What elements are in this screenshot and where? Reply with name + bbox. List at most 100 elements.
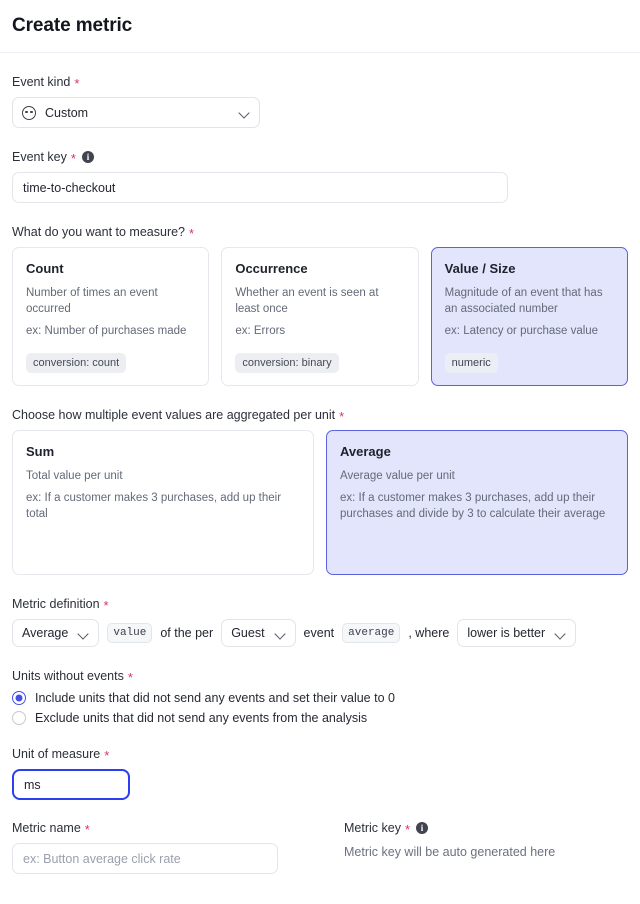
event-kind-value: Custom — [45, 105, 89, 120]
measure-option-value-size[interactable]: Value / Size Magnitude of an event that … — [430, 247, 628, 386]
radio-label: Include units that did not send any even… — [35, 691, 395, 705]
measure-option-count[interactable]: Count Number of times an event occurred … — [12, 247, 210, 386]
aggregation-options: Sum Total value per unit ex: If a custom… — [12, 430, 628, 575]
option-description: Magnitude of an event that has an associ… — [444, 287, 603, 315]
definition-aggregation-value: Average — [22, 626, 69, 640]
metric-definition-row: Average value of the per Guest event ave… — [12, 619, 628, 647]
event-kind-label-text: Event kind — [12, 75, 71, 89]
option-description: Total value per unit — [26, 470, 123, 482]
field-units-without-events: Units without events * Include units tha… — [12, 668, 628, 725]
unit-of-measure-label: Unit of measure * — [12, 746, 628, 762]
bottom-row: Metric name * Metric key * i Metric key … — [12, 820, 628, 874]
required-asterisk: * — [127, 670, 133, 685]
required-asterisk: * — [404, 822, 411, 837]
definition-unit-select[interactable]: Guest — [221, 619, 296, 647]
chevron-down-icon — [275, 628, 286, 639]
metric-definition-label-text: Metric definition — [12, 597, 100, 611]
event-kind-select[interactable]: Custom — [12, 97, 260, 128]
chevron-down-icon — [239, 107, 250, 118]
metric-key-label-text: Metric key — [344, 821, 401, 835]
option-title: Average — [340, 444, 391, 459]
option-example: ex: Latency or purchase value — [444, 325, 599, 337]
option-title: Value / Size — [444, 261, 516, 276]
field-aggregation: Choose how multiple event values are agg… — [12, 407, 628, 575]
create-metric-page: Create metric Event kind * Custom Event … — [0, 0, 640, 904]
definition-direction-value: lower is better — [467, 626, 546, 640]
measure-option-occurrence[interactable]: Occurrence Whether an event is seen at l… — [221, 247, 419, 386]
units-without-events-label: Units without events * — [12, 668, 628, 684]
page-title: Create metric — [12, 15, 133, 36]
chevron-down-icon — [78, 628, 89, 639]
event-key-label: Event key * i — [12, 149, 628, 165]
option-badge: numeric — [444, 353, 498, 373]
unit-of-measure-label-text: Unit of measure — [12, 747, 101, 761]
option-title: Sum — [26, 444, 55, 459]
custom-event-icon — [22, 105, 36, 120]
required-asterisk: * — [339, 409, 345, 424]
field-metric-definition: Metric definition * Average value of the… — [12, 596, 628, 647]
option-example: ex: If a customer makes 3 purchases, add… — [340, 492, 606, 520]
option-badge: conversion: count — [26, 353, 127, 373]
option-example: ex: If a customer makes 3 purchases, add… — [26, 492, 282, 520]
event-key-input[interactable] — [12, 172, 508, 203]
metric-definition-label: Metric definition * — [12, 596, 628, 612]
definition-connector-event: event — [303, 626, 335, 640]
required-asterisk: * — [103, 598, 109, 613]
metric-name-label-text: Metric name — [12, 821, 81, 835]
units-without-events-label-text: Units without events — [12, 669, 124, 683]
chevron-down-icon — [555, 628, 566, 639]
metric-key-label: Metric key * i — [344, 820, 628, 836]
info-icon[interactable]: i — [416, 822, 429, 834]
definition-event-token: average — [342, 623, 401, 643]
page-header: Create metric — [0, 0, 640, 53]
option-badge: conversion: binary — [235, 353, 339, 373]
field-event-key: Event key * i — [12, 149, 628, 203]
info-icon[interactable]: i — [81, 151, 94, 163]
metric-name-label: Metric name * — [12, 820, 296, 836]
radio-exclude-units[interactable]: Exclude units that did not send any even… — [12, 711, 628, 725]
definition-aggregation-select[interactable]: Average — [12, 619, 100, 647]
option-badge-row: numeric — [444, 339, 614, 373]
definition-connector-of-the-per: of the per — [160, 626, 214, 640]
radio-button[interactable] — [12, 691, 26, 705]
option-description: Whether an event is seen at least once — [235, 287, 379, 315]
option-badge-row: conversion: binary — [235, 339, 404, 373]
radio-button[interactable] — [12, 711, 26, 725]
radio-include-units[interactable]: Include units that did not send any even… — [12, 691, 628, 705]
measure-label-text: What do you want to measure? — [12, 225, 186, 239]
option-description: Average value per unit — [340, 470, 455, 482]
metric-name-input[interactable] — [12, 843, 278, 874]
option-title: Occurrence — [235, 261, 308, 276]
event-kind-label: Event kind * — [12, 74, 628, 90]
option-example: ex: Number of purchases made — [26, 325, 187, 337]
aggregation-label: Choose how multiple event values are agg… — [12, 407, 628, 423]
required-asterisk: * — [84, 822, 90, 837]
aggregation-label-text: Choose how multiple event values are agg… — [12, 408, 336, 422]
option-badge-row: conversion: count — [26, 339, 195, 373]
unit-of-measure-input[interactable] — [12, 769, 130, 800]
definition-direction-select[interactable]: lower is better — [457, 619, 577, 647]
option-example: ex: Errors — [235, 325, 286, 337]
required-asterisk: * — [74, 76, 80, 91]
metric-key-note: Metric key will be auto generated here — [344, 845, 556, 859]
field-event-kind: Event kind * Custom — [12, 74, 628, 128]
measure-label: What do you want to measure? * — [12, 224, 628, 240]
field-unit-of-measure: Unit of measure * — [12, 746, 628, 800]
field-measure: What do you want to measure? * Count Num… — [12, 224, 628, 386]
aggregation-option-average[interactable]: Average Average value per unit ex: If a … — [326, 430, 628, 575]
option-description: Number of times an event occurred — [26, 287, 158, 315]
aggregation-option-sum[interactable]: Sum Total value per unit ex: If a custom… — [12, 430, 314, 575]
definition-unit-value: Guest — [231, 626, 265, 640]
option-title: Count — [26, 261, 64, 276]
definition-value-token: value — [107, 623, 153, 643]
form-body: Event kind * Custom Event key * i What d… — [0, 74, 640, 874]
required-asterisk: * — [189, 226, 195, 241]
required-asterisk: * — [70, 151, 76, 166]
metric-name-column: Metric name * — [12, 820, 296, 874]
metric-key-column: Metric key * i Metric key will be auto g… — [344, 820, 628, 874]
definition-connector-where: , where — [408, 626, 450, 640]
measure-options: Count Number of times an event occurred … — [12, 247, 628, 386]
radio-label: Exclude units that did not send any even… — [35, 711, 368, 725]
required-asterisk: * — [104, 748, 110, 763]
event-key-label-text: Event key — [12, 150, 67, 164]
